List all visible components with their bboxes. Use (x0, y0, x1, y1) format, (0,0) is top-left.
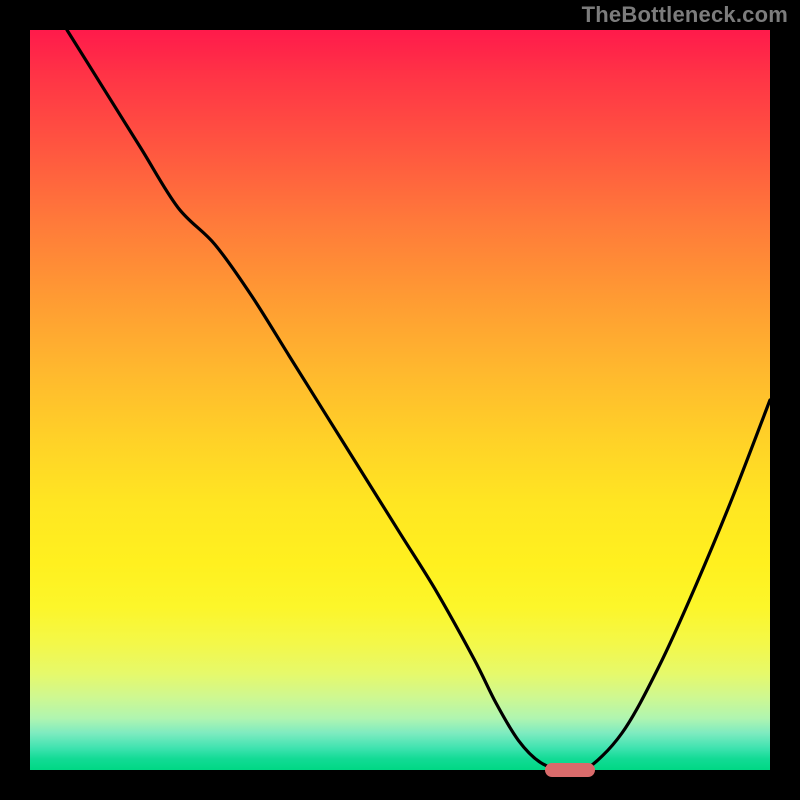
watermark-text: TheBottleneck.com (582, 2, 788, 28)
optimal-marker (545, 763, 595, 777)
bottleneck-curve (30, 30, 770, 770)
chart-frame: TheBottleneck.com (0, 0, 800, 800)
curve-path (67, 30, 770, 770)
